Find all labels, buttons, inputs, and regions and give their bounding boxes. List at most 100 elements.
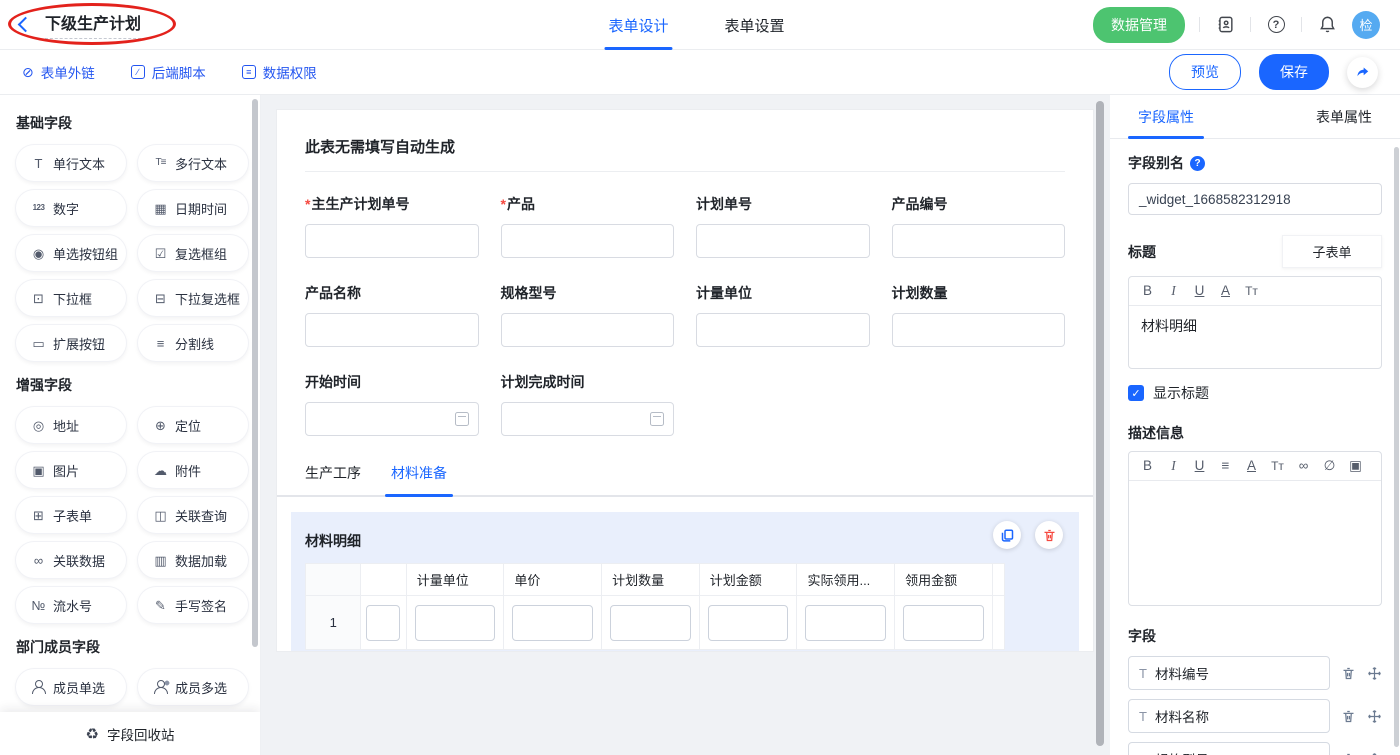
field-pill-divider[interactable]: ≡分割线 <box>138 325 248 361</box>
form-field-widget[interactable]: *产品 <box>501 194 675 258</box>
align-icon[interactable]: ≡ <box>1219 458 1232 474</box>
properties-tab-1[interactable]: 表单属性 <box>1316 95 1372 139</box>
toolbar-link-0[interactable]: ⊘表单外链 <box>22 62 95 82</box>
field-pill-member-multi[interactable]: 成员多选 <box>138 669 248 705</box>
show-title-checkbox[interactable]: ✓ <box>1128 385 1144 401</box>
subform-cell-input[interactable] <box>415 605 496 641</box>
subform-cell-input[interactable] <box>903 605 984 641</box>
field-pill-checkbox-group[interactable]: ☑复选框组 <box>138 235 248 271</box>
subfield-chip[interactable]: T材料编号 <box>1128 656 1330 690</box>
form-field-widget[interactable]: 规格型号 <box>501 283 675 347</box>
alias-input[interactable]: _widget_1668582312918 <box>1128 183 1382 215</box>
field-pill-address[interactable]: ◎地址 <box>16 407 126 443</box>
subform-cell-input[interactable] <box>512 605 593 641</box>
help-icon[interactable]: ? <box>1265 14 1287 36</box>
field-pill-signature[interactable]: ✎手写签名 <box>138 587 248 623</box>
data-manage-button[interactable]: 数据管理 <box>1093 7 1185 43</box>
move-subfield-icon[interactable] <box>1367 666 1382 681</box>
title-editor-content[interactable]: 材料明细 <box>1129 306 1381 368</box>
form-field-widget[interactable]: 计量单位 <box>696 283 870 347</box>
font-color-icon[interactable]: A <box>1219 283 1232 299</box>
field-input[interactable] <box>696 313 870 347</box>
back-chevron-icon[interactable] <box>18 17 34 33</box>
properties-tab-0[interactable]: 字段属性 <box>1138 95 1194 139</box>
font-size-icon[interactable]: Tт <box>1271 459 1284 473</box>
field-pill-location[interactable]: ⊕定位 <box>138 407 248 443</box>
form-field-widget[interactable]: 产品编号 <box>892 194 1066 258</box>
field-input[interactable] <box>696 224 870 258</box>
font-color-icon[interactable]: A <box>1245 458 1258 474</box>
form-field-widget[interactable]: 计划数量 <box>892 283 1066 347</box>
field-pill-radio-group[interactable]: ◉单选按钮组 <box>16 235 126 271</box>
preview-button[interactable]: 预览 <box>1169 54 1241 90</box>
field-pill-dropdown-multi[interactable]: ⊟下拉复选框 <box>138 280 248 316</box>
subform-cell-input[interactable] <box>366 605 400 641</box>
form-field-widget[interactable]: 计划单号 <box>696 194 870 258</box>
subform-cell-input[interactable] <box>610 605 691 641</box>
copy-widget-button[interactable] <box>993 521 1021 549</box>
underline-icon[interactable]: U <box>1193 458 1206 474</box>
auto-generate-banner[interactable]: 此表无需填写自动生成 <box>277 110 1093 157</box>
panel-scrollbar[interactable] <box>1394 147 1399 747</box>
field-input[interactable] <box>501 224 675 258</box>
sidebar-scrollbar[interactable] <box>252 99 258 647</box>
field-pill-related-data[interactable]: ∞关联数据 <box>16 542 126 578</box>
unlink-icon[interactable]: ∅ <box>1323 458 1336 474</box>
field-pill-multi-line-text[interactable]: T≡多行文本 <box>138 145 248 181</box>
field-pill-single-line-text[interactable]: T单行文本 <box>16 145 126 181</box>
field-input[interactable] <box>305 402 479 436</box>
field-input[interactable] <box>892 313 1066 347</box>
contact-book-icon[interactable] <box>1214 14 1236 36</box>
field-pill-extend-button[interactable]: ▭扩展按钮 <box>16 325 126 361</box>
field-pill-member-single[interactable]: 成员单选 <box>16 669 126 705</box>
delete-widget-button[interactable] <box>1035 521 1063 549</box>
link-icon[interactable]: ∞ <box>1297 458 1310 474</box>
italic-icon[interactable]: I <box>1167 458 1180 474</box>
bold-icon[interactable]: B <box>1141 458 1154 474</box>
field-pill-serial-number[interactable]: №流水号 <box>16 587 126 623</box>
header-tab-1[interactable]: 表单设置 <box>724 0 784 50</box>
canvas-tab-1[interactable]: 材料准备 <box>391 463 447 495</box>
vertical-scrollbar[interactable] <box>1096 101 1104 746</box>
canvas-tab-0[interactable]: 生产工序 <box>305 463 361 495</box>
field-input[interactable] <box>305 313 479 347</box>
alias-help-icon[interactable]: ? <box>1190 156 1205 171</box>
toolbar-link-2[interactable]: ≡数据权限 <box>242 62 317 82</box>
header-tab-0[interactable]: 表单设计 <box>608 0 668 50</box>
field-pill-subform[interactable]: ⊞子表单 <box>16 497 126 533</box>
form-field-widget[interactable]: 开始时间 <box>305 372 479 436</box>
subform-cell-input[interactable] <box>805 605 886 641</box>
italic-icon[interactable]: I <box>1167 283 1180 299</box>
underline-icon[interactable]: U <box>1193 283 1206 299</box>
subfield-chip[interactable]: T材料名称 <box>1128 699 1330 733</box>
field-pill-related-query[interactable]: ◫关联查询 <box>138 497 248 533</box>
subform-widget-selected[interactable]: 材料明细 计量单位单价计划数量计划金额实际领用...领用金额 1 <box>291 512 1079 652</box>
form-field-widget[interactable]: 产品名称 <box>305 283 479 347</box>
field-pill-image[interactable]: ▣图片 <box>16 452 126 488</box>
field-pill-number[interactable]: 123数字 <box>16 190 126 226</box>
toolbar-link-1[interactable]: ∕后端脚本 <box>131 62 206 82</box>
form-field-widget[interactable]: 计划完成时间 <box>501 372 675 436</box>
field-input[interactable] <box>501 313 675 347</box>
field-input[interactable] <box>892 224 1066 258</box>
delete-subfield-icon[interactable] <box>1341 709 1356 724</box>
font-size-icon[interactable]: Tт <box>1245 284 1258 298</box>
form-title[interactable]: 下级生产计划 <box>45 10 141 39</box>
image-icon[interactable]: ▣ <box>1349 458 1362 474</box>
field-recycle-bin[interactable]: ♻ 字段回收站 <box>0 712 260 755</box>
save-button[interactable]: 保存 <box>1259 54 1329 90</box>
field-pill-datetime[interactable]: ▦日期时间 <box>138 190 248 226</box>
delete-subfield-icon[interactable] <box>1341 666 1356 681</box>
bold-icon[interactable]: B <box>1141 283 1154 299</box>
field-pill-data-load[interactable]: ▥数据加载 <box>138 542 248 578</box>
field-pill-dropdown[interactable]: ⊡下拉框 <box>16 280 126 316</box>
subfield-chip[interactable]: T规格型号 <box>1128 742 1330 755</box>
field-input[interactable] <box>501 402 675 436</box>
user-avatar[interactable]: 检 <box>1352 11 1380 39</box>
form-field-widget[interactable]: *主生产计划单号 <box>305 194 479 258</box>
field-input[interactable] <box>305 224 479 258</box>
subform-cell-input[interactable] <box>708 605 789 641</box>
move-subfield-icon[interactable] <box>1367 709 1382 724</box>
share-button[interactable] <box>1347 57 1378 88</box>
field-pill-attachment[interactable]: ☁附件 <box>138 452 248 488</box>
